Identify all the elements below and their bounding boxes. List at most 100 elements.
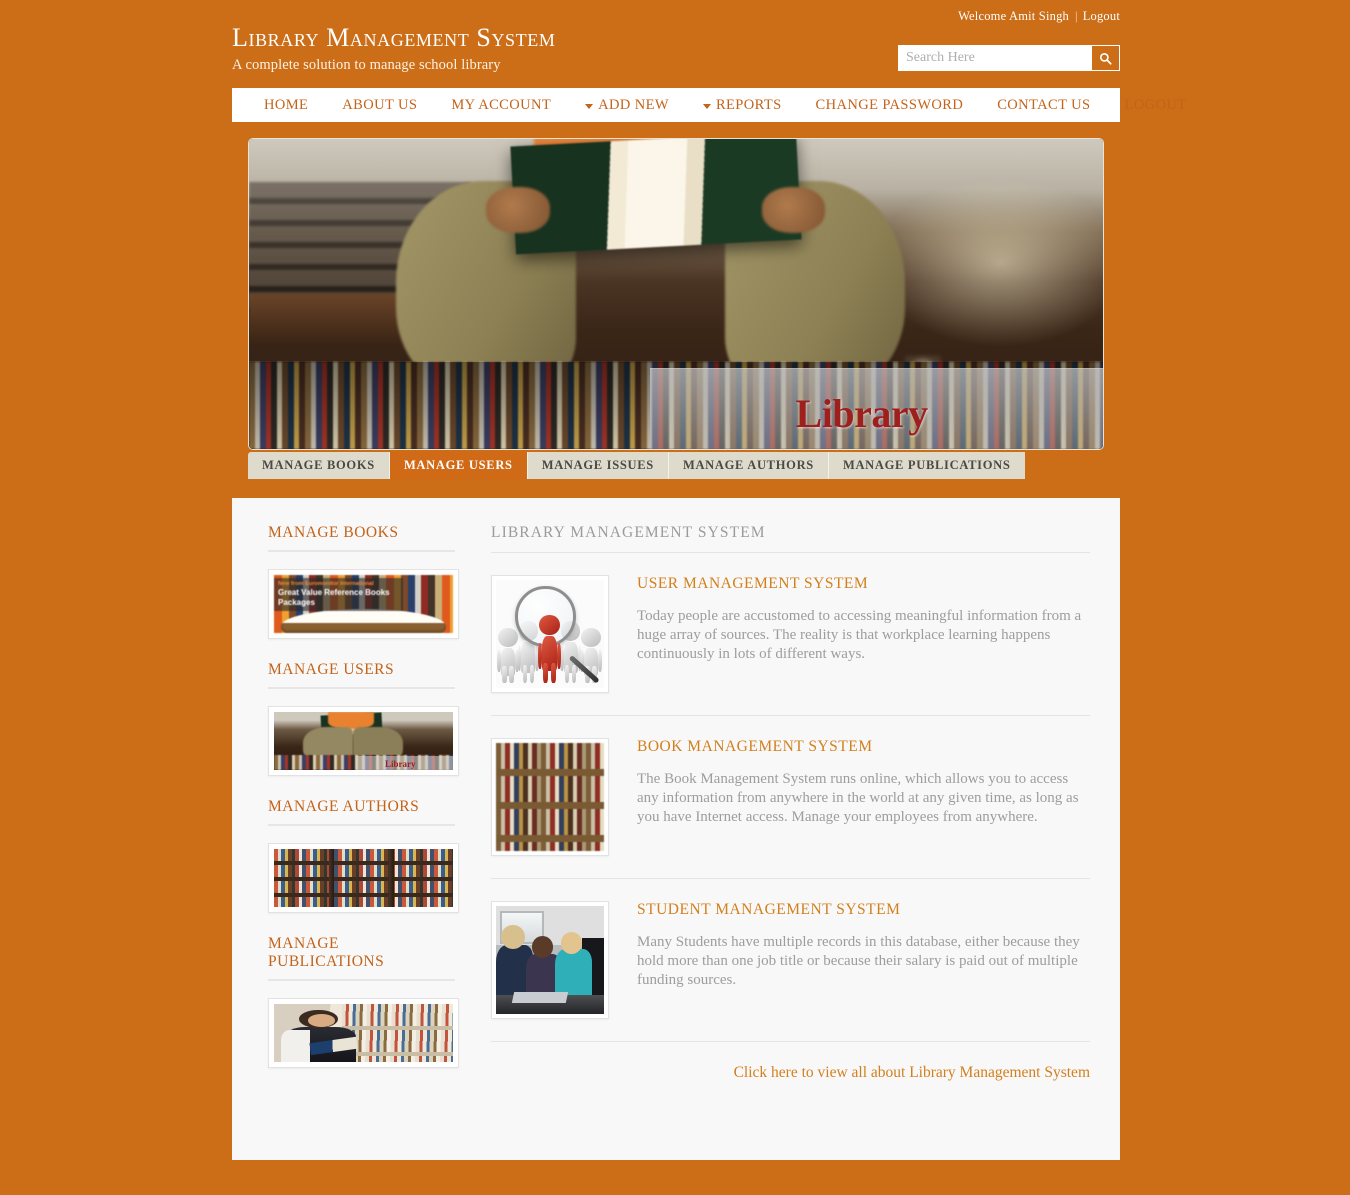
thumb-person-shirt [281, 1029, 310, 1062]
open-book-shape [281, 608, 446, 633]
sidebar-heading-manage-books: Manage Books [268, 524, 455, 552]
thumb-overlay-line2: Great Value Reference Books Packages [278, 588, 390, 608]
chevron-down-icon [702, 103, 711, 109]
figure-head [498, 627, 518, 647]
feature-title-student-management[interactable]: Student Management System [637, 901, 1090, 919]
hero-hand-right [761, 186, 826, 233]
figure-arm-right [556, 642, 561, 670]
sidebar-thumb-manage-books[interactable]: New from Euromonitor International Great… [268, 569, 459, 639]
feature-thumb-book-management[interactable] [491, 738, 609, 856]
hero-banner-image: Library [248, 138, 1104, 450]
feature-thumb-student-management[interactable] [491, 901, 609, 1019]
sidebar-heading-manage-publications: Manage Publications [268, 935, 455, 981]
tab-manage-books[interactable]: Manage Books [248, 452, 390, 479]
thumb-overlay: New from Euromonitor International Great… [274, 578, 403, 611]
figure-leg-right [509, 666, 514, 683]
figure-leg-left [564, 664, 570, 683]
figure-leg-left [543, 662, 549, 683]
thumb-overlay-line1: New from Euromonitor International [278, 581, 374, 588]
welcome-separator: | [1074, 9, 1078, 23]
nav-item-contact-us[interactable]: Contact Us [997, 97, 1090, 114]
brand-block: Library Management System A complete sol… [232, 23, 556, 74]
student-3-head [560, 931, 583, 954]
figure-leg-right [529, 664, 535, 683]
figure-arm-left [497, 650, 501, 672]
students-computer-image [496, 906, 604, 1014]
reading-person-thumbnail: Library [274, 712, 453, 770]
main-heading: Library Management System [491, 524, 1090, 553]
sidebar-heading-manage-users: Manage Users [268, 661, 455, 689]
site-subtitle: A complete solution to manage school lib… [232, 56, 501, 73]
thumb-library-caption: Library [384, 758, 416, 769]
hero-open-book [510, 139, 802, 255]
keyboard [512, 992, 569, 1004]
tab-manage-publications[interactable]: Manage Publications [828, 452, 1025, 479]
figure-head [539, 614, 560, 636]
nav-label: Add New [598, 96, 669, 113]
site-header: Welcome Amit Singh | Logout Library Manage… [232, 0, 1120, 88]
feature-student-management: Student Management System Many Students … [491, 879, 1090, 1042]
nav-item-change-password[interactable]: Change Password [816, 97, 964, 114]
main-content: Library Management System [455, 524, 1090, 1160]
tab-manage-authors[interactable]: Manage Authors [668, 452, 829, 479]
nav-label: Change Password [815, 96, 964, 113]
sidebar-thumb-manage-users[interactable]: Library [268, 706, 459, 776]
feature-title-user-management[interactable]: User Management System [637, 575, 1090, 593]
shelf-divider-left [329, 849, 335, 907]
sidebar: Manage Books New from Euromonitor Intern… [250, 524, 459, 1160]
thumb-shelf [342, 1004, 453, 1062]
chevron-down-icon [585, 103, 594, 109]
thumb-person-face [308, 1013, 335, 1027]
nav-item-about-us[interactable]: About Us [342, 97, 417, 114]
feature-body: Book Management System The Book Manageme… [609, 738, 1090, 856]
header-logout-link[interactable]: Logout [1083, 9, 1120, 23]
figure-grey-1 [497, 627, 519, 683]
content-panel: Manage Books New from Euromonitor Intern… [232, 494, 1120, 1160]
nav-label: Contact Us [997, 96, 1091, 113]
feature-body: User Management System Today people are … [609, 575, 1090, 693]
section-tabs: Manage Books Manage Users Manage Issues … [232, 452, 1120, 488]
sidebar-heading-manage-authors: Manage Authors [268, 798, 455, 826]
page-root: Welcome Amit Singh | Logout Library Manage… [0, 0, 1350, 1195]
student-browsing-thumbnail [274, 1004, 453, 1062]
hero-library-caption: Library [795, 390, 929, 436]
search-input[interactable] [899, 46, 1092, 70]
nav-item-logout[interactable]: Logout [1124, 97, 1186, 114]
figure-leg-left [502, 666, 507, 683]
nav-label: Logout [1124, 96, 1187, 113]
bookshelf-image [496, 743, 604, 851]
figure-arm-right [598, 650, 602, 672]
tab-manage-issues[interactable]: Manage Issues [527, 452, 669, 479]
feature-title-book-management[interactable]: Book Management System [637, 738, 1090, 756]
feature-book-management: Book Management System The Book Manageme… [491, 716, 1090, 879]
nav-item-reports[interactable]: Reports [702, 97, 782, 114]
feature-text-book-management: The Book Management System runs online, … [637, 771, 1079, 826]
main-navigation: Home About Us My Account Add New Reports… [232, 88, 1186, 125]
search-box[interactable] [898, 45, 1120, 71]
panel-footer: Click here to view all about Library Man… [491, 1042, 1090, 1082]
feature-body: Student Management System Many Students … [609, 901, 1090, 1019]
hero-hand-left [486, 186, 550, 233]
search-icon [1099, 52, 1112, 65]
tab-manage-users[interactable]: Manage Users [389, 452, 528, 479]
bookshelf-wall-thumbnail [274, 849, 453, 907]
feature-text-student-management: Many Students have multiple records in t… [637, 934, 1080, 989]
figure-arm-left [537, 642, 543, 670]
hero-banner-wrapper: Library [232, 128, 1120, 488]
nav-label: About Us [342, 96, 418, 113]
feature-user-management: User Management System Today people are … [491, 553, 1090, 716]
sidebar-thumb-manage-publications[interactable] [268, 998, 459, 1068]
figure-leg-left [522, 664, 528, 683]
site-title: Library Management System [232, 23, 556, 52]
search-button[interactable] [1092, 46, 1119, 70]
nav-label: Home [264, 96, 309, 113]
view-all-link[interactable]: Click here to view all about Library Man… [734, 1064, 1090, 1081]
nav-item-home[interactable]: Home [264, 97, 308, 114]
feature-thumb-user-management[interactable] [491, 575, 609, 693]
nav-item-my-account[interactable]: My Account [451, 97, 551, 114]
sidebar-thumb-manage-authors[interactable] [268, 843, 459, 913]
figure-head [581, 627, 601, 647]
people-magnifier-image [496, 580, 604, 688]
welcome-text: Welcome Amit Singh [958, 9, 1069, 23]
nav-item-add-new[interactable]: Add New [585, 97, 669, 114]
